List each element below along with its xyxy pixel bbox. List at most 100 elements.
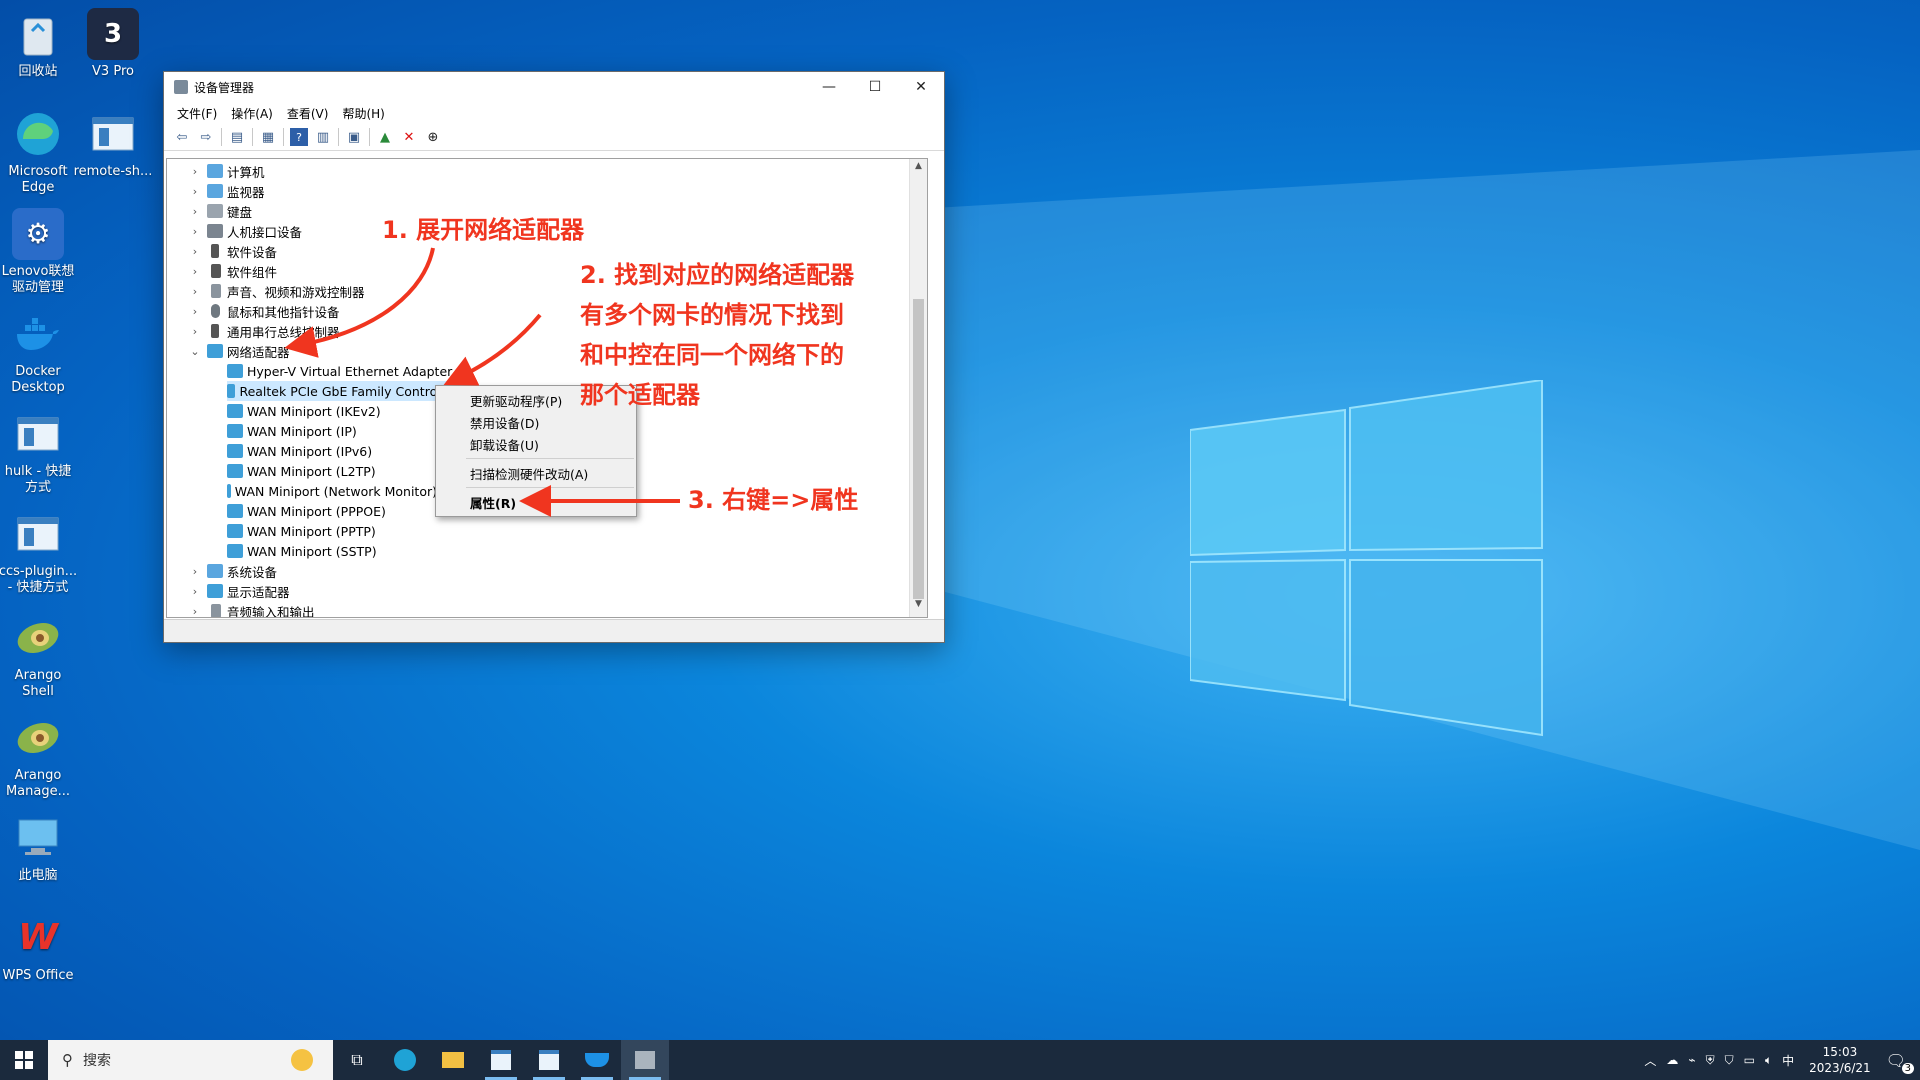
menu-action[interactable]: 操作(A) (224, 105, 280, 122)
tree-node-software-components[interactable]: › 软件组件 (189, 261, 277, 281)
desktop-icon-recycle-bin[interactable]: 回收站 (0, 8, 81, 80)
network-adapter-icon (227, 384, 236, 398)
tree-child-adapter[interactable]: WAN Miniport (PPTP) (227, 521, 376, 541)
task-view-button[interactable]: ⧉ (333, 1040, 381, 1080)
desktop-icon-remote-sh[interactable]: remote-sh... (70, 108, 156, 180)
desktop-icon-hulk[interactable]: hulk - 快捷 方式 (0, 408, 81, 496)
start-button[interactable] (0, 1040, 48, 1080)
clock[interactable]: 15:03 2023/6/21 (1809, 1044, 1871, 1076)
close-button[interactable]: ✕ (898, 72, 944, 102)
chevron-right-icon[interactable]: › (189, 205, 201, 218)
desktop-icon-arango-shell[interactable]: Arango Shell (0, 612, 81, 700)
chevron-up-icon[interactable]: ︿ (1644, 1052, 1656, 1069)
scroll-thumb[interactable] (913, 299, 924, 599)
windows-start-icon (15, 1051, 33, 1069)
annotation-step2: 2. 找到对应的网络适配器 有多个网卡的情况下找到 和中控在同一个网络下的 那个… (580, 261, 855, 409)
chevron-right-icon[interactable]: › (189, 225, 201, 238)
help-icon[interactable]: ? (290, 128, 308, 146)
taskbar-app-window[interactable] (477, 1040, 525, 1080)
taskbar-edge[interactable] (381, 1040, 429, 1080)
scroll-down-icon[interactable]: ▼ (910, 599, 927, 615)
tree-child-adapter[interactable]: WAN Miniport (IP) (227, 421, 357, 441)
desktop-icon-arango-manage[interactable]: Arango Manage... (0, 712, 81, 800)
tree-child-adapter[interactable]: WAN Miniport (L2TP) (227, 461, 376, 481)
menu-file[interactable]: 文件(F) (170, 105, 224, 122)
desktop-icon-docker[interactable]: Docker Desktop (0, 308, 81, 396)
properties-icon[interactable]: ▦ (259, 128, 277, 146)
tree-child-adapter[interactable]: WAN Miniport (SSTP) (227, 541, 377, 561)
back-arrow-icon[interactable]: ⇦ (173, 128, 191, 146)
menu-item-properties[interactable]: 属性(R) (436, 491, 636, 513)
tree-node-system-devices[interactable]: › 系统设备 (189, 561, 277, 581)
tree-child-adapter[interactable]: WAN Miniport (Network Monitor) (227, 481, 437, 501)
ime-indicator[interactable]: 中 (1782, 1052, 1794, 1069)
shield-icon[interactable]: ⛉ (1725, 1053, 1734, 1068)
tree-node-mice[interactable]: › 鼠标和其他指针设备 (189, 301, 340, 321)
menu-item-scan-hardware[interactable]: 扫描检测硬件改动(A) (436, 462, 636, 484)
folder-icon (442, 1052, 464, 1068)
wired-network-icon[interactable]: ▭ (1744, 1053, 1755, 1067)
chevron-right-icon[interactable]: › (189, 185, 201, 198)
desktop-icon-lenovo[interactable]: ⚙ Lenovo联想 驱动管理 (0, 208, 81, 296)
cloud-icon[interactable]: ☁ (1666, 1053, 1678, 1067)
desktop-icon-v3pro[interactable]: 3 V3 Pro (70, 8, 156, 80)
tree-child-adapter[interactable]: WAN Miniport (IPv6) (227, 441, 372, 461)
desktop-icon-label: hulk - 快捷 方式 (4, 464, 72, 495)
tree-node-usb[interactable]: › 通用串行总线控制器 (189, 321, 340, 341)
chevron-right-icon[interactable]: › (189, 565, 201, 578)
vertical-scrollbar[interactable]: ▲ ▼ (909, 159, 927, 617)
taskbar-docker[interactable] (573, 1040, 621, 1080)
desktop-icon-this-pc[interactable]: 此电脑 (0, 812, 81, 884)
tree-node-monitors[interactable]: › 监视器 (189, 181, 265, 201)
tree-node-sound[interactable]: › 声音、视频和游戏控制器 (189, 281, 365, 301)
tree-node-hid[interactable]: › 人机接口设备 (189, 221, 302, 241)
tree-node-computer[interactable]: › 计算机 (189, 161, 265, 181)
tree-child-adapter[interactable]: WAN Miniport (PPPOE) (227, 501, 386, 521)
show-hide-tree-icon[interactable]: ▤ (228, 128, 246, 146)
taskbar-file-explorer[interactable] (429, 1040, 477, 1080)
desktop-icon-ccs-plugin[interactable]: ccs-plugin... - 快捷方式 (0, 508, 81, 596)
network-status-icon[interactable]: ⌁ (1688, 1053, 1695, 1067)
download-circle-icon[interactable]: ⊕ (424, 128, 442, 146)
desktop-icon-wps[interactable]: W WPS Office (0, 912, 81, 984)
device-manager-icon (635, 1051, 655, 1069)
menu-item-uninstall-device[interactable]: 卸载设备(U) (436, 433, 636, 455)
menu-separator (466, 487, 634, 488)
chevron-right-icon[interactable]: › (189, 305, 201, 318)
taskbar-device-manager[interactable] (621, 1040, 669, 1080)
maximize-button[interactable]: ☐ (852, 72, 898, 102)
update-driver-icon[interactable]: ▲ (376, 128, 394, 146)
chevron-right-icon[interactable]: › (189, 585, 201, 598)
scroll-up-icon[interactable]: ▲ (910, 161, 927, 177)
volume-icon[interactable]: 🔈︎ (1765, 1053, 1772, 1068)
tree-node-network-adapters[interactable]: ⌄ 网络适配器 (189, 341, 290, 361)
menu-help[interactable]: 帮助(H) (335, 105, 391, 122)
chevron-right-icon[interactable]: › (189, 325, 201, 338)
tree-child-adapter[interactable]: Hyper-V Virtual Ethernet Adapter (227, 361, 452, 381)
minimize-button[interactable]: — (806, 72, 852, 102)
tree-node-software-devices[interactable]: › 软件设备 (189, 241, 277, 261)
tree-node-audio-io[interactable]: › 音频输入和输出 (189, 601, 315, 618)
notification-center-button[interactable]: 🗨︎ 3 (1886, 1051, 1914, 1074)
uninstall-x-icon[interactable]: ✕ (400, 128, 418, 146)
tree-child-adapter[interactable]: WAN Miniport (IKEv2) (227, 401, 381, 421)
desktop-icon-edge[interactable]: Microsoft Edge (0, 108, 81, 196)
menu-view[interactable]: 查看(V) (280, 105, 336, 122)
monitor-icon[interactable]: ▣ (345, 128, 363, 146)
forward-arrow-icon[interactable]: ⇨ (197, 128, 215, 146)
tree-child-adapter-selected[interactable]: Realtek PCIe GbE Family Controller (227, 381, 457, 401)
chevron-right-icon[interactable]: › (189, 165, 201, 178)
title-bar[interactable]: 设备管理器 — ☐ ✕ (164, 72, 944, 102)
software-device-icon (211, 244, 219, 258)
chevron-right-icon[interactable]: › (189, 285, 201, 298)
taskbar-search-box[interactable]: ⚲ 搜索 (48, 1040, 333, 1080)
chevron-right-icon[interactable]: › (189, 605, 201, 618)
tree-node-display-adapters[interactable]: › 显示适配器 (189, 581, 290, 601)
taskbar-app-window[interactable] (525, 1040, 573, 1080)
chevron-down-icon[interactable]: ⌄ (189, 345, 201, 358)
chevron-right-icon[interactable]: › (189, 265, 201, 278)
view-icon[interactable]: ▥ (314, 128, 332, 146)
chevron-right-icon[interactable]: › (189, 245, 201, 258)
tree-node-keyboards[interactable]: › 键盘 (189, 201, 252, 221)
antivirus-icon[interactable]: ⛨ (1706, 1053, 1715, 1068)
